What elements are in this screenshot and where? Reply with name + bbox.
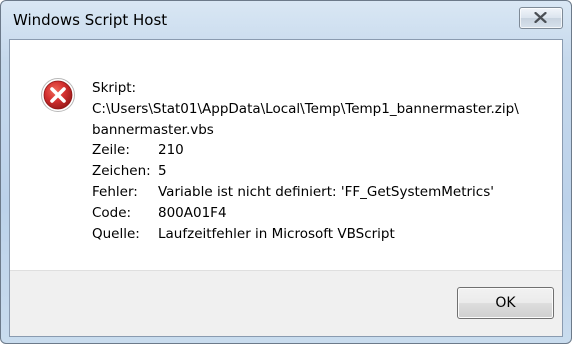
message-area: Skript: C:\Users\Stat01\AppData\Local\Te…	[10, 40, 562, 270]
error-message: Skript: C:\Users\Stat01\AppData\Local\Te…	[92, 78, 552, 244]
field-label: Fehler:	[92, 183, 138, 200]
close-icon	[534, 12, 547, 23]
field-row-zeile: Zeile: 210	[92, 140, 552, 161]
field-value: Laufzeitfehler in Microsoft VBScript	[158, 225, 395, 242]
field-label: Code:	[92, 204, 132, 221]
dialog-window: Windows Script Host Skript: C:\Users\Sta…	[0, 0, 572, 344]
field-row-fehler: Fehler: Variable ist nicht definiert: 'F…	[92, 182, 552, 203]
ok-button[interactable]: OK	[457, 287, 554, 319]
error-icon	[41, 78, 75, 112]
script-path-line-1: C:\Users\Stat01\AppData\Local\Temp\Temp1…	[92, 100, 519, 117]
field-row-zeichen: Zeichen: 5	[92, 161, 552, 182]
field-label: Zeichen:	[92, 163, 151, 180]
field-row-code: Code: 800A01F4	[92, 203, 552, 224]
title-bar[interactable]: Windows Script Host	[1, 1, 571, 37]
script-path-line-2: bannermaster.vbs	[92, 121, 214, 138]
field-label: Quelle:	[92, 225, 140, 242]
field-value: Variable ist nicht definiert: 'FF_GetSys…	[158, 183, 494, 200]
field-value: 5	[158, 163, 167, 180]
close-button[interactable]	[519, 7, 563, 29]
window-title: Windows Script Host	[13, 11, 168, 29]
field-label: Zeile:	[92, 142, 130, 159]
dialog-body: Skript: C:\Users\Stat01\AppData\Local\Te…	[9, 39, 563, 337]
script-label: Skript:	[92, 80, 137, 96]
button-bar: OK	[10, 270, 562, 336]
field-value: 210	[158, 142, 184, 159]
field-value: 800A01F4	[158, 204, 227, 221]
field-row-quelle: Quelle: Laufzeitfehler in Microsoft VBSc…	[92, 224, 552, 245]
